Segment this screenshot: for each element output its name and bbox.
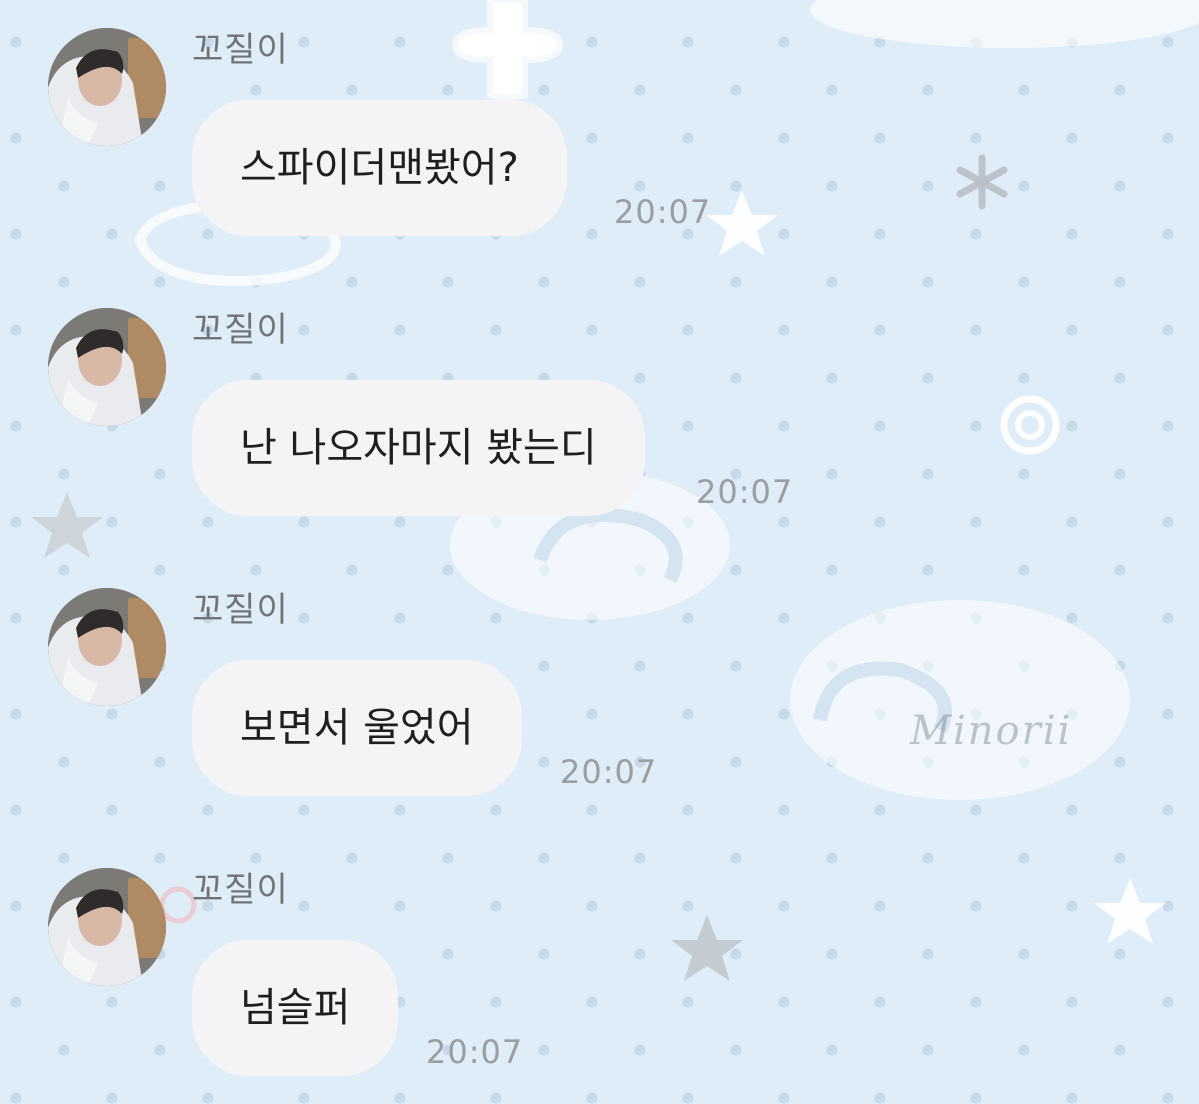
sender-name: 꼬질이 [192, 590, 289, 630]
avatar[interactable] [48, 28, 166, 146]
message-bubble[interactable]: 스파이더맨봤어? [192, 100, 567, 236]
chat-area[interactable]: Minorii 꼬질이 스파이더맨봤어? 20:07 꼬질이 난 나오자마지 봤… [0, 0, 1199, 1104]
message-bubble[interactable]: 난 나오자마지 봤는디 [192, 380, 645, 516]
message-bubble[interactable]: 넘슬퍼 [192, 940, 399, 1076]
message-item: 꼬질이 난 나오자마지 봤는디 20:07 [0, 280, 1199, 540]
sender-name: 꼬질이 [192, 870, 289, 910]
profile-photo [48, 28, 166, 146]
message-item: 꼬질이 보면서 울었어 20:07 [0, 560, 1199, 820]
message-bubble[interactable]: 보면서 울었어 [192, 660, 522, 796]
message-timestamp: 20:07 [560, 753, 658, 791]
avatar[interactable] [48, 868, 166, 986]
avatar[interactable] [48, 588, 166, 706]
profile-photo [48, 868, 166, 986]
profile-photo [48, 308, 166, 426]
avatar[interactable] [48, 308, 166, 426]
sender-name: 꼬질이 [192, 30, 289, 70]
sender-name: 꼬질이 [192, 310, 289, 350]
profile-photo [48, 588, 166, 706]
message-item: 꼬질이 스파이더맨봤어? 20:07 [0, 0, 1199, 260]
message-item: 꼬질이 넘슬퍼 20:07 [0, 840, 1199, 1100]
message-timestamp: 20:07 [614, 193, 712, 231]
message-timestamp: 20:07 [426, 1033, 524, 1071]
message-timestamp: 20:07 [696, 473, 794, 511]
